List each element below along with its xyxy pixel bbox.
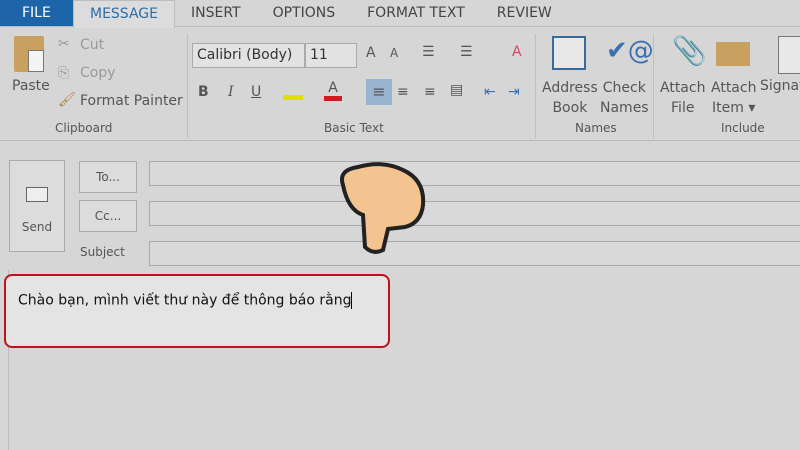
paperclip-icon: 📎 <box>672 34 707 67</box>
cc-button[interactable]: Cc... <box>79 200 137 232</box>
cut-icon: ✂ <box>58 36 70 52</box>
subject-label: Subject <box>80 245 125 259</box>
to-button[interactable]: To... <box>79 161 137 193</box>
include-label: Include <box>721 121 765 135</box>
attach-label: Attach <box>660 80 706 96</box>
subject-field[interactable] <box>149 241 800 266</box>
names-group-label: Names <box>575 121 617 135</box>
format-painter-button[interactable]: Format Painter <box>80 93 183 109</box>
highlight-icon[interactable] <box>283 80 303 100</box>
to-field[interactable] <box>149 161 800 186</box>
paste-button[interactable]: Paste <box>12 78 50 94</box>
tab-message[interactable]: MESSAGE <box>73 0 175 28</box>
basic-text-label: Basic Text <box>324 121 384 135</box>
signature-icon <box>778 36 800 74</box>
check-names-button[interactable]: Check Names <box>600 78 649 118</box>
justify-icon[interactable]: ▤ <box>450 82 463 98</box>
address-book-button[interactable]: Address Book <box>542 78 598 118</box>
names-label-2: Names <box>600 100 649 116</box>
underline-button[interactable]: U <box>251 84 261 100</box>
align-left-button[interactable]: ≡ <box>366 79 392 105</box>
bold-button[interactable]: B <box>198 84 209 100</box>
format-painter-icon: 🖌 <box>58 92 76 108</box>
grow-font-icon[interactable]: A <box>366 45 376 61</box>
send-label: Send <box>21 220 53 234</box>
cut-button[interactable]: Cut <box>80 37 104 53</box>
tab-options[interactable]: OPTIONS <box>257 0 352 26</box>
align-right-icon[interactable]: ≡ <box>424 84 436 100</box>
pointing-hand-icon <box>333 155 433 255</box>
item-label: Item <box>712 100 744 116</box>
numbering-icon[interactable]: ☰ <box>460 44 473 60</box>
decrease-indent-icon[interactable]: ⇤ <box>484 84 496 100</box>
address-label: Address <box>542 80 598 96</box>
italic-button[interactable]: I <box>228 84 234 100</box>
tab-file[interactable]: FILE <box>0 0 73 26</box>
send-button[interactable]: Send <box>9 160 65 252</box>
message-body[interactable]: Chào bạn, mình viết thư này để thông báo… <box>4 274 390 348</box>
attach-item-icon <box>716 42 750 66</box>
attach-label-2: Attach <box>711 80 757 96</box>
clipboard-label: Clipboard <box>55 121 113 135</box>
copy-icon: ⎘ <box>58 65 70 81</box>
send-icon <box>26 187 48 202</box>
tab-review[interactable]: REVIEW <box>481 0 568 26</box>
align-center-icon[interactable]: ≡ <box>397 84 409 100</box>
signature-button[interactable]: Signat <box>760 78 800 94</box>
check-names-icon: ✔@ <box>606 36 654 66</box>
cc-field[interactable] <box>149 201 800 226</box>
increase-indent-icon[interactable]: ⇥ <box>508 84 520 100</box>
book-label: Book <box>552 100 588 116</box>
ribbon: Paste ✂ Cut ⎘ Copy 🖌 Format Painter Clip… <box>0 28 800 141</box>
file-label: File <box>671 100 695 116</box>
copy-button[interactable]: Copy <box>80 65 116 81</box>
address-book-icon <box>552 36 586 70</box>
attach-item-button[interactable]: Attach Item ▾ <box>711 78 756 118</box>
font-color-icon[interactable]: A <box>324 80 342 101</box>
shrink-font-icon[interactable]: A <box>390 46 398 60</box>
check-label: Check <box>602 80 646 96</box>
font-size-select[interactable]: 11 <box>305 43 357 68</box>
message-body-text: Chào bạn, mình viết thư này để thông báo… <box>18 292 352 309</box>
text-caret <box>351 292 353 309</box>
tab-insert[interactable]: INSERT <box>175 0 257 26</box>
bullets-icon[interactable]: ☰ <box>422 44 435 60</box>
clear-formatting-icon[interactable]: A <box>512 44 522 60</box>
tab-format-text[interactable]: FORMAT TEXT <box>351 0 481 26</box>
ribbon-tabs: FILE MESSAGE INSERT OPTIONS FORMAT TEXT … <box>0 0 800 28</box>
font-name-select[interactable]: Calibri (Body) <box>192 43 305 68</box>
attach-file-button[interactable]: Attach File <box>660 78 705 118</box>
paste-icon[interactable] <box>14 36 44 72</box>
